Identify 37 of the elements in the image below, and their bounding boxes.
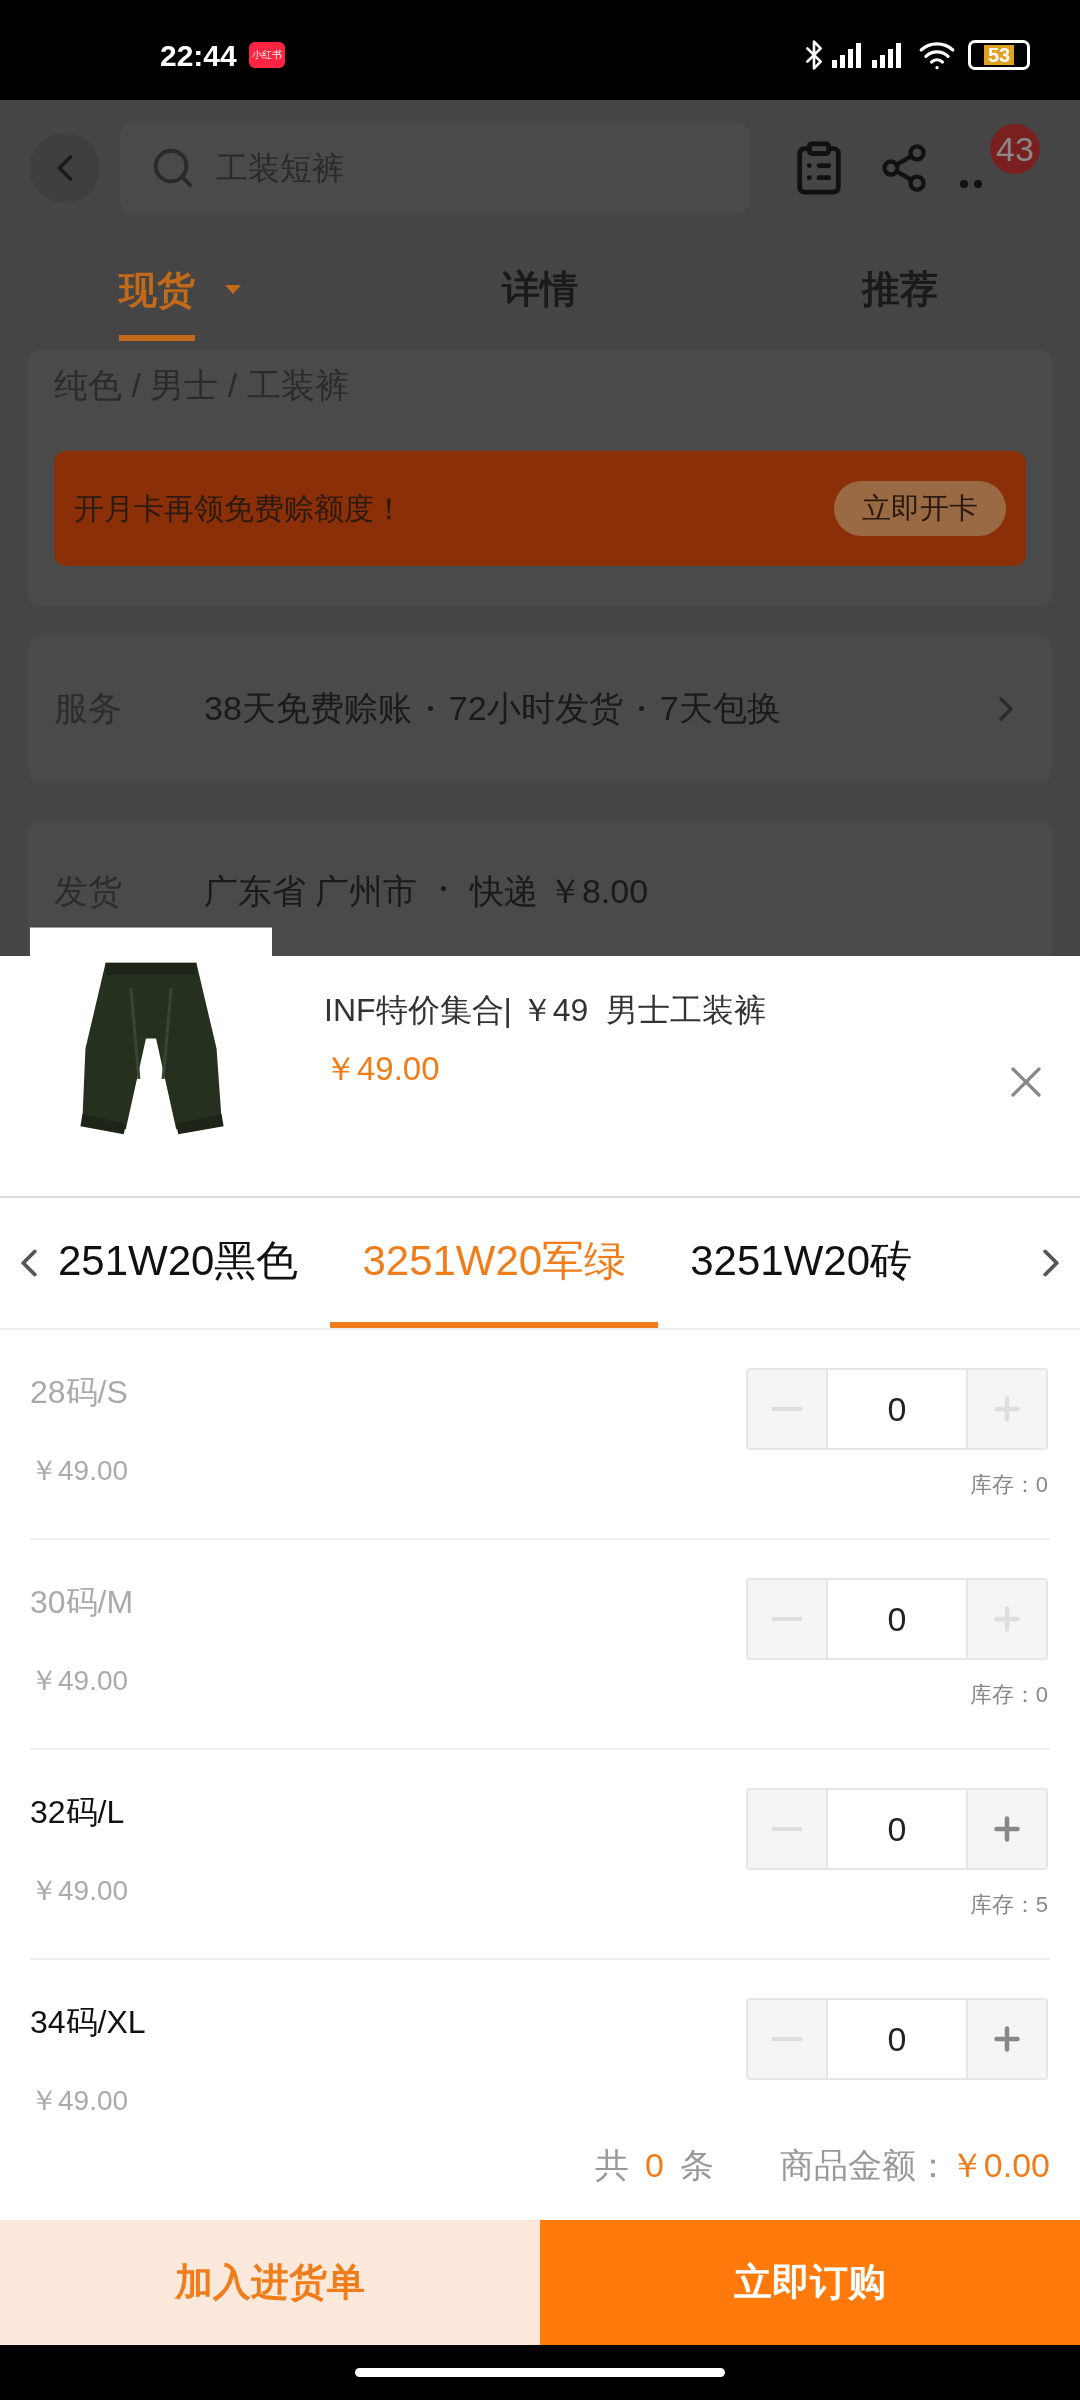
product-title: INF特价集合| ￥49 男士工装裤 [324,991,767,1030]
quantity-field[interactable]: 0 [826,1790,968,1868]
order-now-button[interactable]: 立即订购 [540,2220,1080,2345]
clock: 22:44 [160,37,237,74]
battery-level: 53 [983,45,1015,65]
product-price: ￥49.00 [324,1049,441,1089]
stock-text: 库存：0 [969,1471,1048,1499]
size-label: 34码/XL [30,2003,146,2042]
stock-text: 库存：0 [969,1681,1048,1709]
size-price: ￥49.00 [30,1874,129,1908]
notification-badge: 43 [990,123,1040,174]
quantity-field[interactable]: 0 [826,1370,968,1448]
size-label: 30码/M [30,1583,134,1622]
open-card-button[interactable]: 立即开卡 [834,480,1006,537]
item-count: 0 [644,2144,664,2186]
quantity-field[interactable]: 0 [826,1580,968,1658]
app-badge: 小红书 [248,42,285,68]
tab[interactable]: 现货 [0,235,360,350]
more-icon[interactable] [960,179,982,188]
variant-tab[interactable]: 3251W20军绿 [330,1198,659,1328]
home-indicator[interactable] [355,2368,725,2377]
size-label: 28码/S [30,1373,129,1412]
size-price: ￥49.00 [30,1454,129,1488]
variant-tab[interactable]: 3251W20砖 [658,1198,913,1328]
count-prefix: 共 [594,2144,629,2186]
promo-banner[interactable]: 开月卡再领免费赊额度！ 立即开卡 [54,451,1026,566]
promo-text: 开月卡再领免费赊额度！ [74,491,404,527]
size-price: ￥49.00 [30,2084,130,2118]
count-suffix: 条 [679,2144,714,2186]
add-to-cart-button[interactable]: 加入进货单 [0,2220,540,2345]
total-amount: ￥0.00 [949,2144,1050,2186]
size-price: ￥49.00 [30,1664,130,1698]
amount-label: 商品金额： [779,2144,950,2186]
stock-text: 库存：5 [969,1891,1048,1919]
variant-tab[interactable]: 251W20黑色 [58,1198,331,1328]
quantity-field[interactable]: 0 [826,2000,968,2078]
size-label: 32码/L [30,1793,126,1832]
